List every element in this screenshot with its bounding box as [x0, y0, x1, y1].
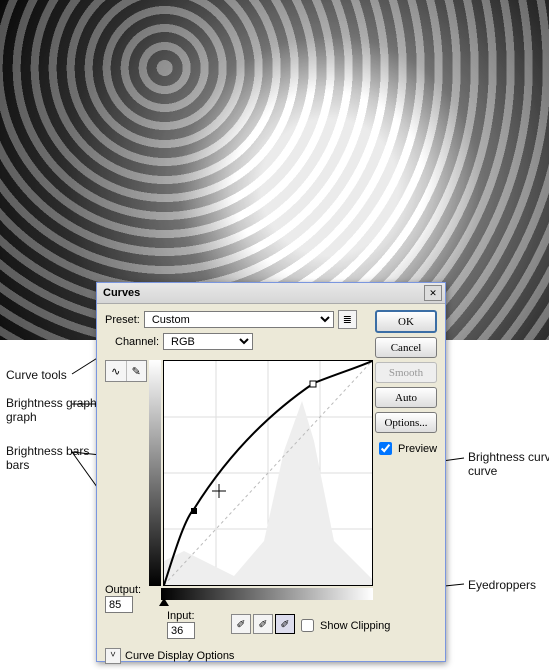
cancel-button[interactable]: Cancel: [375, 337, 437, 358]
black-point-slider[interactable]: [159, 598, 169, 606]
label-brightness-curve: Brightness curve: [468, 450, 549, 464]
preset-label: Preset:: [105, 314, 140, 326]
horizontal-brightness-bar: [161, 588, 373, 600]
auto-button[interactable]: Auto: [375, 387, 437, 408]
label-brightness-graph: Brightness graph: [6, 396, 97, 410]
expand-icon[interactable]: ⱽ: [105, 648, 121, 664]
output-label: Output:: [105, 584, 141, 596]
vertical-brightness-bar: [149, 360, 161, 586]
curve-tools: ∿ ✎: [105, 360, 147, 382]
label-brightness-bars2: bars: [6, 458, 29, 472]
curve-tool-icon[interactable]: ∿: [106, 361, 127, 381]
label-curve-tools: Curve tools: [6, 368, 67, 382]
white-eyedropper-icon[interactable]: ✐: [275, 614, 295, 634]
input-field[interactable]: [167, 622, 195, 639]
ok-button[interactable]: OK: [375, 310, 437, 333]
label-brightness-bars: Brightness bars: [6, 444, 89, 458]
channel-select[interactable]: RGB: [163, 333, 253, 350]
smooth-button: Smooth: [375, 362, 437, 383]
pencil-tool-icon[interactable]: ✎: [127, 361, 147, 381]
brightness-graph[interactable]: [163, 360, 373, 586]
input-label: Input:: [167, 610, 195, 622]
preview-checkbox[interactable]: [379, 442, 392, 455]
options-button[interactable]: Options...: [375, 412, 437, 433]
label-eyedroppers: Eyedroppers: [468, 578, 536, 592]
brightness-graph-area: [149, 360, 375, 600]
show-clipping-label: Show Clipping: [320, 620, 390, 632]
channel-label: Channel:: [115, 336, 159, 348]
dialog-title: Curves: [97, 287, 146, 299]
preset-menu-icon[interactable]: ≣: [338, 310, 357, 329]
gray-eyedropper-icon[interactable]: ✐: [253, 614, 273, 634]
curves-dialog: Curves ✕ Preset: Custom ≣ Channel: RGB ∿…: [96, 282, 446, 662]
preview-label: Preview: [398, 443, 437, 455]
label-brightness-graph2: graph: [6, 410, 37, 424]
curve-display-options[interactable]: Curve Display Options: [125, 650, 234, 662]
preset-select[interactable]: Custom: [144, 311, 334, 328]
label-brightness-curve2: curve: [468, 464, 497, 478]
titlebar[interactable]: Curves ✕: [97, 283, 445, 304]
close-icon[interactable]: ✕: [424, 285, 442, 301]
output-field[interactable]: [105, 596, 133, 613]
black-eyedropper-icon[interactable]: ✐: [231, 614, 251, 634]
eyedroppers: ✐ ✐ ✐: [231, 614, 295, 634]
show-clipping-checkbox[interactable]: [301, 619, 314, 632]
